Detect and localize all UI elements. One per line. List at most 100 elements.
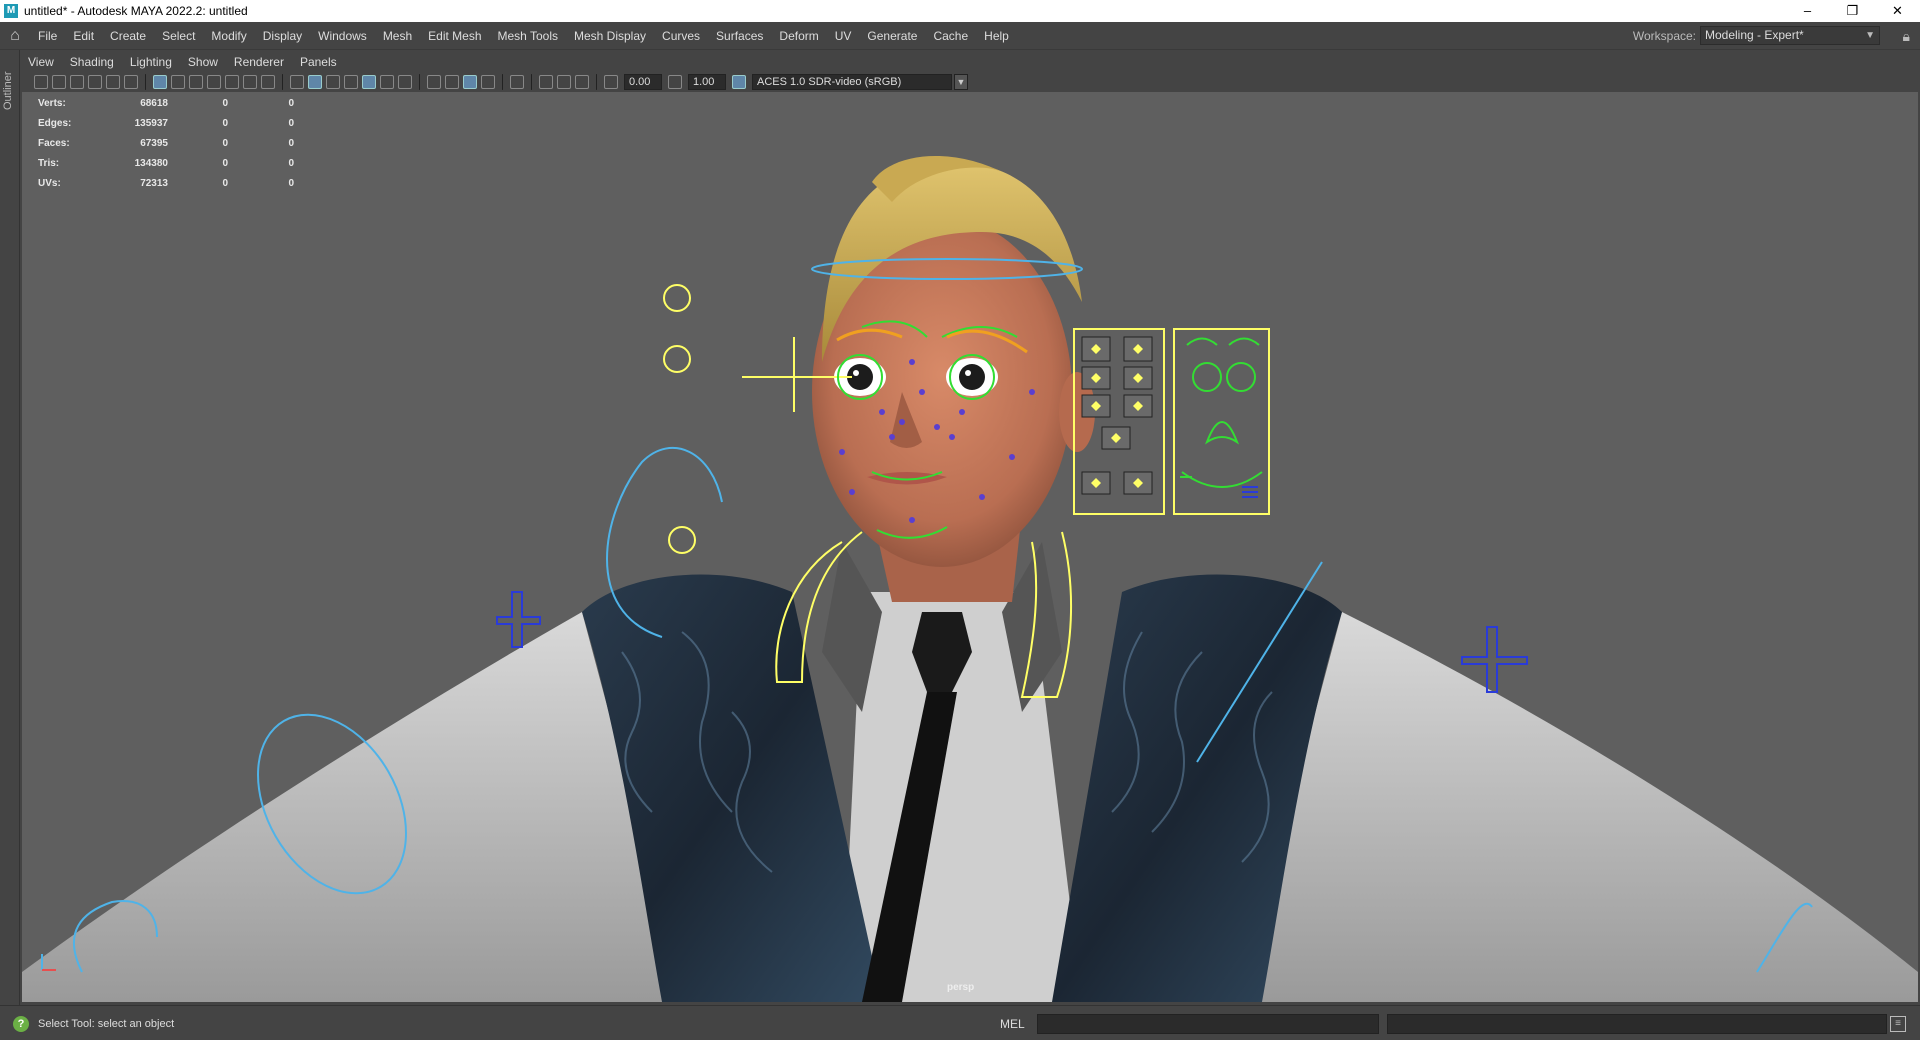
help-icon[interactable]: ? [13,1016,29,1032]
hud-value: 68618 [140,97,168,109]
use-all-lights-icon[interactable] [380,75,394,89]
hud-selected: 0 [222,137,228,149]
image-plane-icon[interactable] [88,75,102,89]
textured-icon[interactable] [362,75,376,89]
hud-label: Tris: [38,157,60,169]
camera-attributes-icon[interactable] [52,75,66,89]
anti-aliasing-icon[interactable] [463,75,477,89]
chevron-down-icon[interactable]: ▼ [954,74,968,90]
hud-label: UVs: [38,177,61,189]
wireframe-on-shaded-icon[interactable] [344,75,358,89]
script-language-toggle[interactable]: MEL [1000,1017,1025,1031]
menu-curves[interactable]: Curves [654,22,708,50]
hud-selected: 0 [222,157,228,169]
workspace-value: Modeling - Expert* [1705,28,1804,42]
wireframe-icon[interactable] [290,75,304,89]
select-camera-icon[interactable] [34,75,48,89]
menu-modify[interactable]: Modify [203,22,254,50]
workspace-selector: Workspace: Modeling - Expert* ▼ [1633,26,1880,45]
toolbar-divider [282,74,283,90]
menu-edit[interactable]: Edit [65,22,102,50]
hud-selected: 0 [222,117,228,129]
panel-menu-shading[interactable]: Shading [62,55,122,69]
menu-edit-mesh[interactable]: Edit Mesh [420,22,489,50]
menu-surfaces[interactable]: Surfaces [708,22,771,50]
outliner-side-tab[interactable]: Outliner [0,50,20,1005]
home-icon[interactable]: ⌂ [0,22,30,50]
hud-row: UVs: 72313 0 0 [38,173,294,193]
script-editor-icon[interactable]: ≡ [1890,1016,1906,1032]
panel-menu-renderer[interactable]: Renderer [226,55,292,69]
xray-active-components-icon[interactable] [557,75,571,89]
hud-row: Edges: 135937 0 0 [38,113,294,133]
hud-selected: 0 [222,177,228,189]
depth-of-field-icon[interactable] [481,75,495,89]
menu-mesh-tools[interactable]: Mesh Tools [490,22,566,50]
command-input[interactable] [1037,1014,1379,1034]
grease-pencil-icon[interactable] [124,75,138,89]
isolate-select-icon[interactable] [510,75,524,89]
menu-deform[interactable]: Deform [771,22,826,50]
menu-mesh[interactable]: Mesh [375,22,420,50]
safe-title-icon[interactable] [261,75,275,89]
hud-label: Verts: [38,97,66,109]
hud-label: Faces: [38,137,70,149]
menu-file[interactable]: File [30,22,65,50]
menu-uv[interactable]: UV [827,22,860,50]
perspective-viewport[interactable]: Verts: 68618 0 0 Edges: 135937 0 0 Faces… [22,92,1918,1002]
panel-menu-lighting[interactable]: Lighting [122,55,180,69]
ambient-occlusion-icon[interactable] [427,75,441,89]
hud-selected: 0 [222,97,228,109]
close-button[interactable]: ✕ [1875,0,1920,22]
hud-visible: 0 [288,157,294,169]
face-gui-panel [1081,336,1153,495]
resolution-gate-icon[interactable] [189,75,203,89]
panel-menu-show[interactable]: Show [180,55,226,69]
shadows-icon[interactable] [398,75,412,89]
toolbar-divider [419,74,420,90]
menu-display[interactable]: Display [255,22,310,50]
xray-icon[interactable] [539,75,553,89]
gamma-field[interactable]: 1.00 [688,74,726,90]
gamma-icon[interactable] [668,75,682,89]
command-result-field [1387,1014,1887,1034]
window-title: untitled* - Autodesk MAYA 2022.2: untitl… [24,4,248,18]
menu-mesh-display[interactable]: Mesh Display [566,22,654,50]
maya-logo-icon: M [4,4,18,18]
toolbar-divider [596,74,597,90]
menu-select[interactable]: Select [154,22,203,50]
camera-name-label: persp [947,982,975,993]
smooth-shade-icon[interactable] [308,75,322,89]
face-gui-lines [1242,486,1258,498]
default-material-icon[interactable] [326,75,340,89]
2d-pan-zoom-icon[interactable] [106,75,120,89]
panel-menu-view[interactable]: View [20,55,62,69]
menu-help[interactable]: Help [976,22,1017,50]
bookmarks-icon[interactable] [70,75,84,89]
gate-mask-icon[interactable] [207,75,221,89]
xray-joints-icon[interactable] [575,75,589,89]
workspace-label: Workspace: [1632,28,1696,43]
safe-action-icon[interactable] [243,75,257,89]
menu-cache[interactable]: Cache [925,22,976,50]
minimize-button[interactable]: – [1785,0,1830,22]
exposure-icon[interactable] [604,75,618,89]
workspace-dropdown[interactable]: Modeling - Expert* ▼ [1700,26,1880,45]
menu-generate[interactable]: Generate [859,22,925,50]
viewport-scene [22,155,1918,1002]
lock-icon[interactable]: 🔒︎ [1903,28,1910,45]
color-management-icon[interactable] [732,75,746,89]
grid-icon[interactable] [153,75,167,89]
panel-menu-panels[interactable]: Panels [292,55,345,69]
menu-create[interactable]: Create [102,22,154,50]
exposure-field[interactable]: 0.00 [624,74,662,90]
restore-button[interactable]: ❐ [1830,0,1875,22]
view-transform-dropdown[interactable]: ACES 1.0 SDR-video (sRGB) [752,74,952,90]
hud-value: 72313 [140,177,168,189]
film-gate-icon[interactable] [171,75,185,89]
command-line-bar: ? Select Tool: select an object MEL ≡ [0,1005,1920,1040]
hud-value: 134380 [134,157,168,169]
motion-blur-icon[interactable] [445,75,459,89]
field-chart-icon[interactable] [225,75,239,89]
menu-windows[interactable]: Windows [310,22,375,50]
